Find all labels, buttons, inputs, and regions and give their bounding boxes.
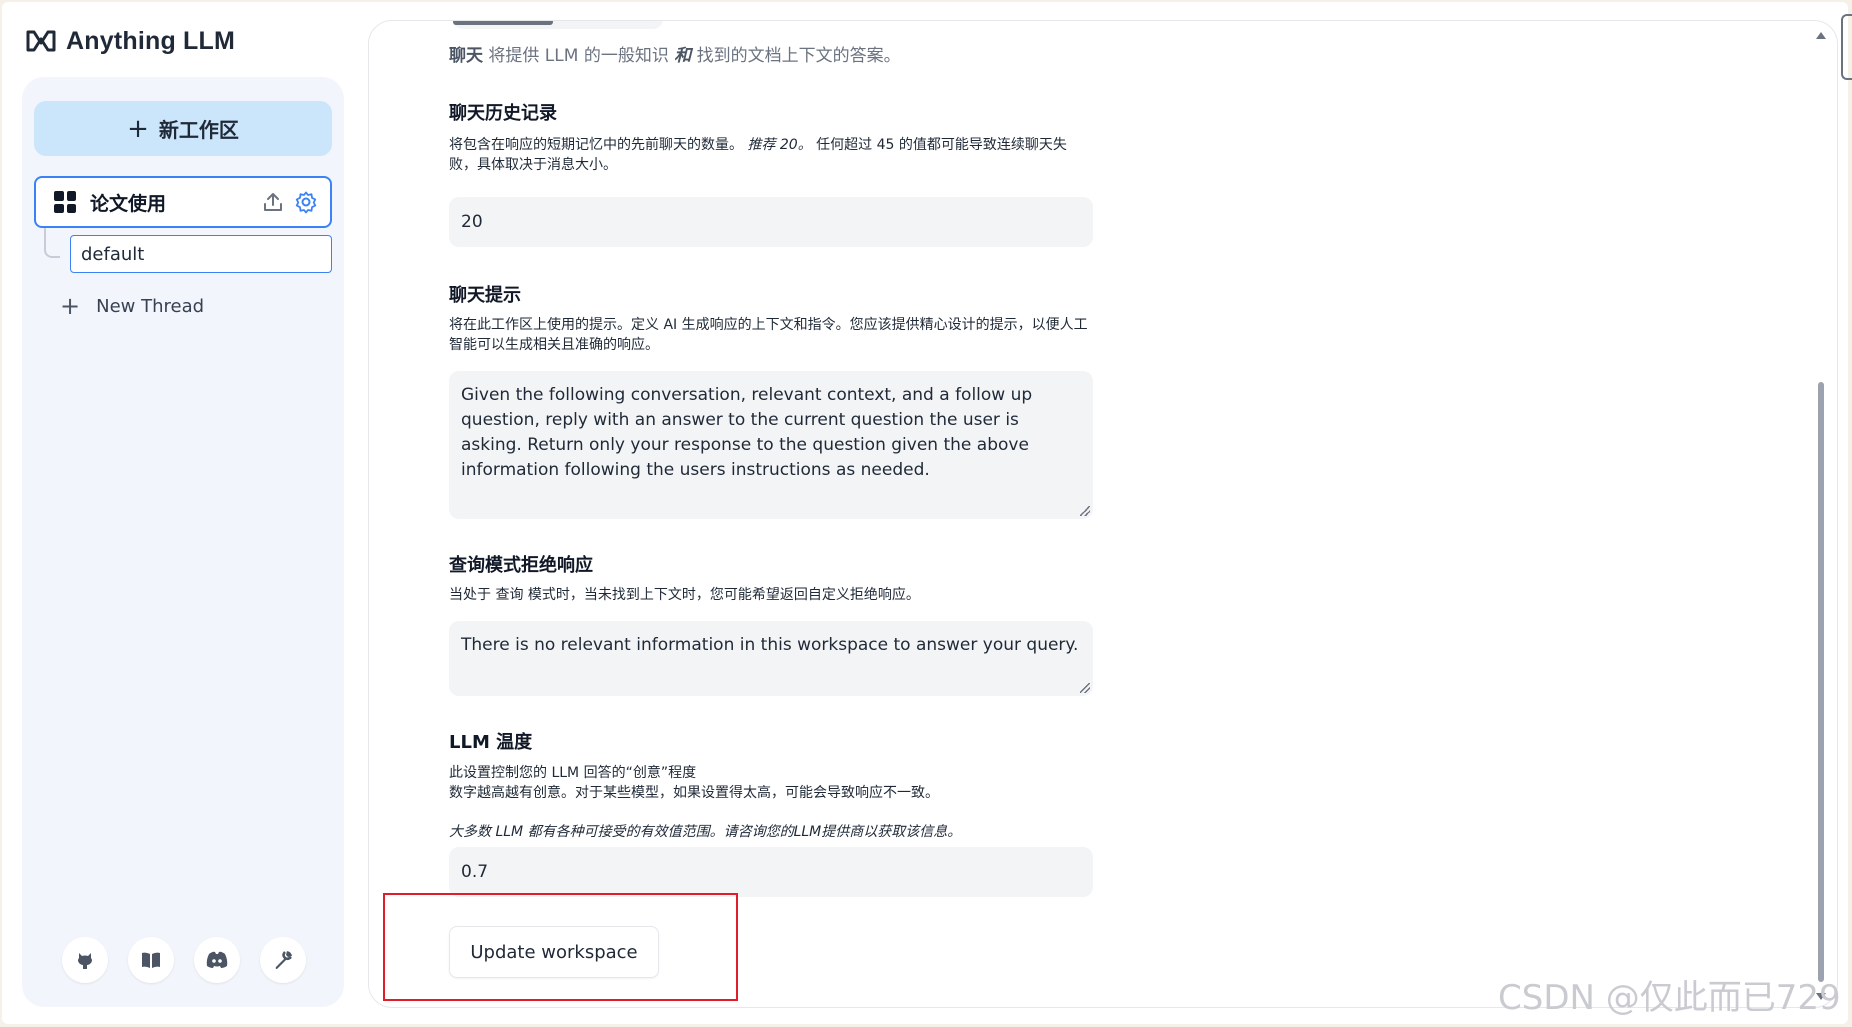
discord-button[interactable] (194, 937, 240, 983)
brand-name: Anything LLM (66, 26, 236, 55)
sidebar: + 新工作区 论文使用 default + New Thread (22, 77, 344, 1007)
new-thread-label: New Thread (96, 295, 205, 317)
refusal-description: 当处于 查询 模式时，当未找到上下文时，您可能希望返回自定义拒绝响应。 (449, 587, 920, 603)
temperature-description: 此设置控制您的 LLM 回答的“创意”程度 数字越高越有创意。对于某些模型，如果… (449, 765, 939, 801)
workspace-settings-panel: 聊天 将提供 LLM 的一般知识 和 找到的文档上下文的答案。 聊天历史记录 将… (368, 20, 1838, 1008)
thread-name: default (81, 243, 145, 265)
settings-button[interactable] (260, 937, 306, 983)
resize-handle[interactable] (1080, 683, 1090, 693)
scroll-up-icon[interactable] (1816, 32, 1826, 39)
plus-icon: + (127, 113, 149, 144)
history-title: 聊天历史记录 (449, 103, 557, 124)
upload-icon[interactable] (262, 191, 284, 213)
watermark: CSDN @仅此而已729 (1498, 978, 1841, 1018)
history-input[interactable]: 20 (449, 197, 1093, 247)
new-workspace-button[interactable]: + 新工作区 (34, 101, 332, 156)
scrollbar[interactable] (1814, 22, 1828, 1006)
prompt-description: 将在此工作区上使用的提示。定义 AI 生成响应的上下文和指令。您应该提供精心设计… (449, 317, 1088, 353)
workspace-name: 论文使用 (90, 192, 167, 215)
chat-mode-description: 聊天 将提供 LLM 的一般知识 和 找到的文档上下文的答案。 (449, 46, 901, 66)
brand: Anything LLM (26, 26, 235, 56)
gear-icon[interactable] (294, 190, 318, 214)
plus-icon: + (60, 292, 81, 320)
anythingllm-logo-icon (26, 30, 56, 52)
temperature-note: 大多数 LLM 都有各种可接受的有效值范围。请咨询您的LLM提供商以获取该信息。 (449, 824, 962, 840)
refusal-textarea[interactable]: There is no relevant information in this… (449, 621, 1093, 696)
sidebar-footer (62, 937, 306, 983)
temperature-title: LLM 温度 (449, 732, 533, 753)
github-button[interactable] (62, 937, 108, 983)
discord-icon (206, 951, 228, 968)
docs-button[interactable] (128, 937, 174, 983)
temperature-input[interactable]: 0.7 (449, 847, 1093, 897)
refusal-title: 查询模式拒绝响应 (449, 555, 593, 576)
scroll-thumb[interactable] (1818, 382, 1824, 982)
new-thread-button[interactable]: + New Thread (60, 289, 204, 323)
prompt-title: 聊天提示 (449, 285, 521, 306)
window-edge-handle (1841, 14, 1852, 80)
new-workspace-label: 新工作区 (158, 118, 239, 142)
grid-icon (54, 191, 76, 213)
workspace-item[interactable]: 论文使用 (34, 176, 332, 228)
tab-indicator (453, 21, 663, 29)
prompt-textarea[interactable]: Given the following conversation, releva… (449, 371, 1093, 519)
wrench-icon (275, 951, 292, 969)
book-icon (142, 952, 160, 968)
resize-handle[interactable] (1080, 506, 1090, 516)
thread-item-default[interactable]: default (70, 235, 332, 273)
github-icon (78, 953, 92, 969)
history-description: 将包含在响应的短期记忆中的先前聊天的数量。 推荐 20。 任何超过 45 的值都… (449, 137, 1067, 173)
annotation-highlight-box (383, 893, 738, 1001)
thread-connector (44, 228, 60, 258)
